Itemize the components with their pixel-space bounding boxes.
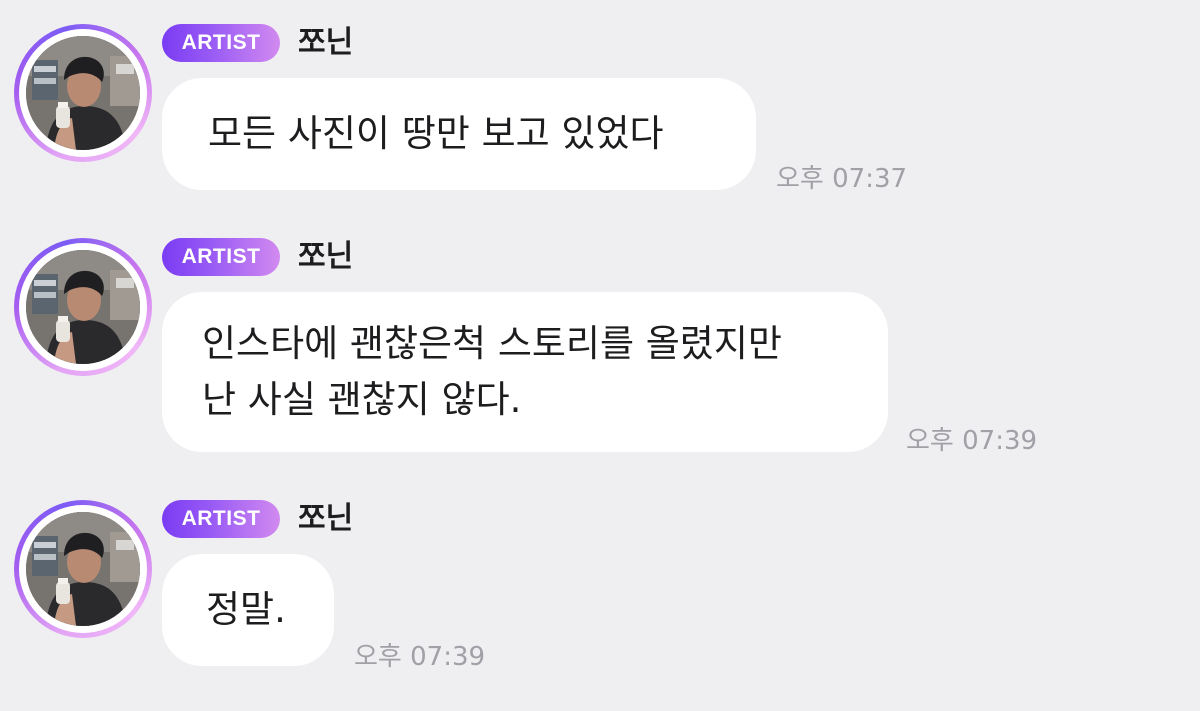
message-timestamp: 오후 07:39 (354, 642, 486, 672)
avatar-photo (26, 512, 140, 626)
avatar[interactable] (14, 500, 152, 638)
sender-name: 쪼닌 (298, 501, 354, 536)
artist-badge: ARTIST (162, 500, 280, 538)
avatar-frame (19, 505, 147, 633)
person-photo-icon (26, 512, 140, 626)
message-bubble[interactable]: 정말. (162, 554, 334, 666)
chat-message: ARTIST 쪼닌 정말. 오후 07:39 (0, 0, 1200, 711)
